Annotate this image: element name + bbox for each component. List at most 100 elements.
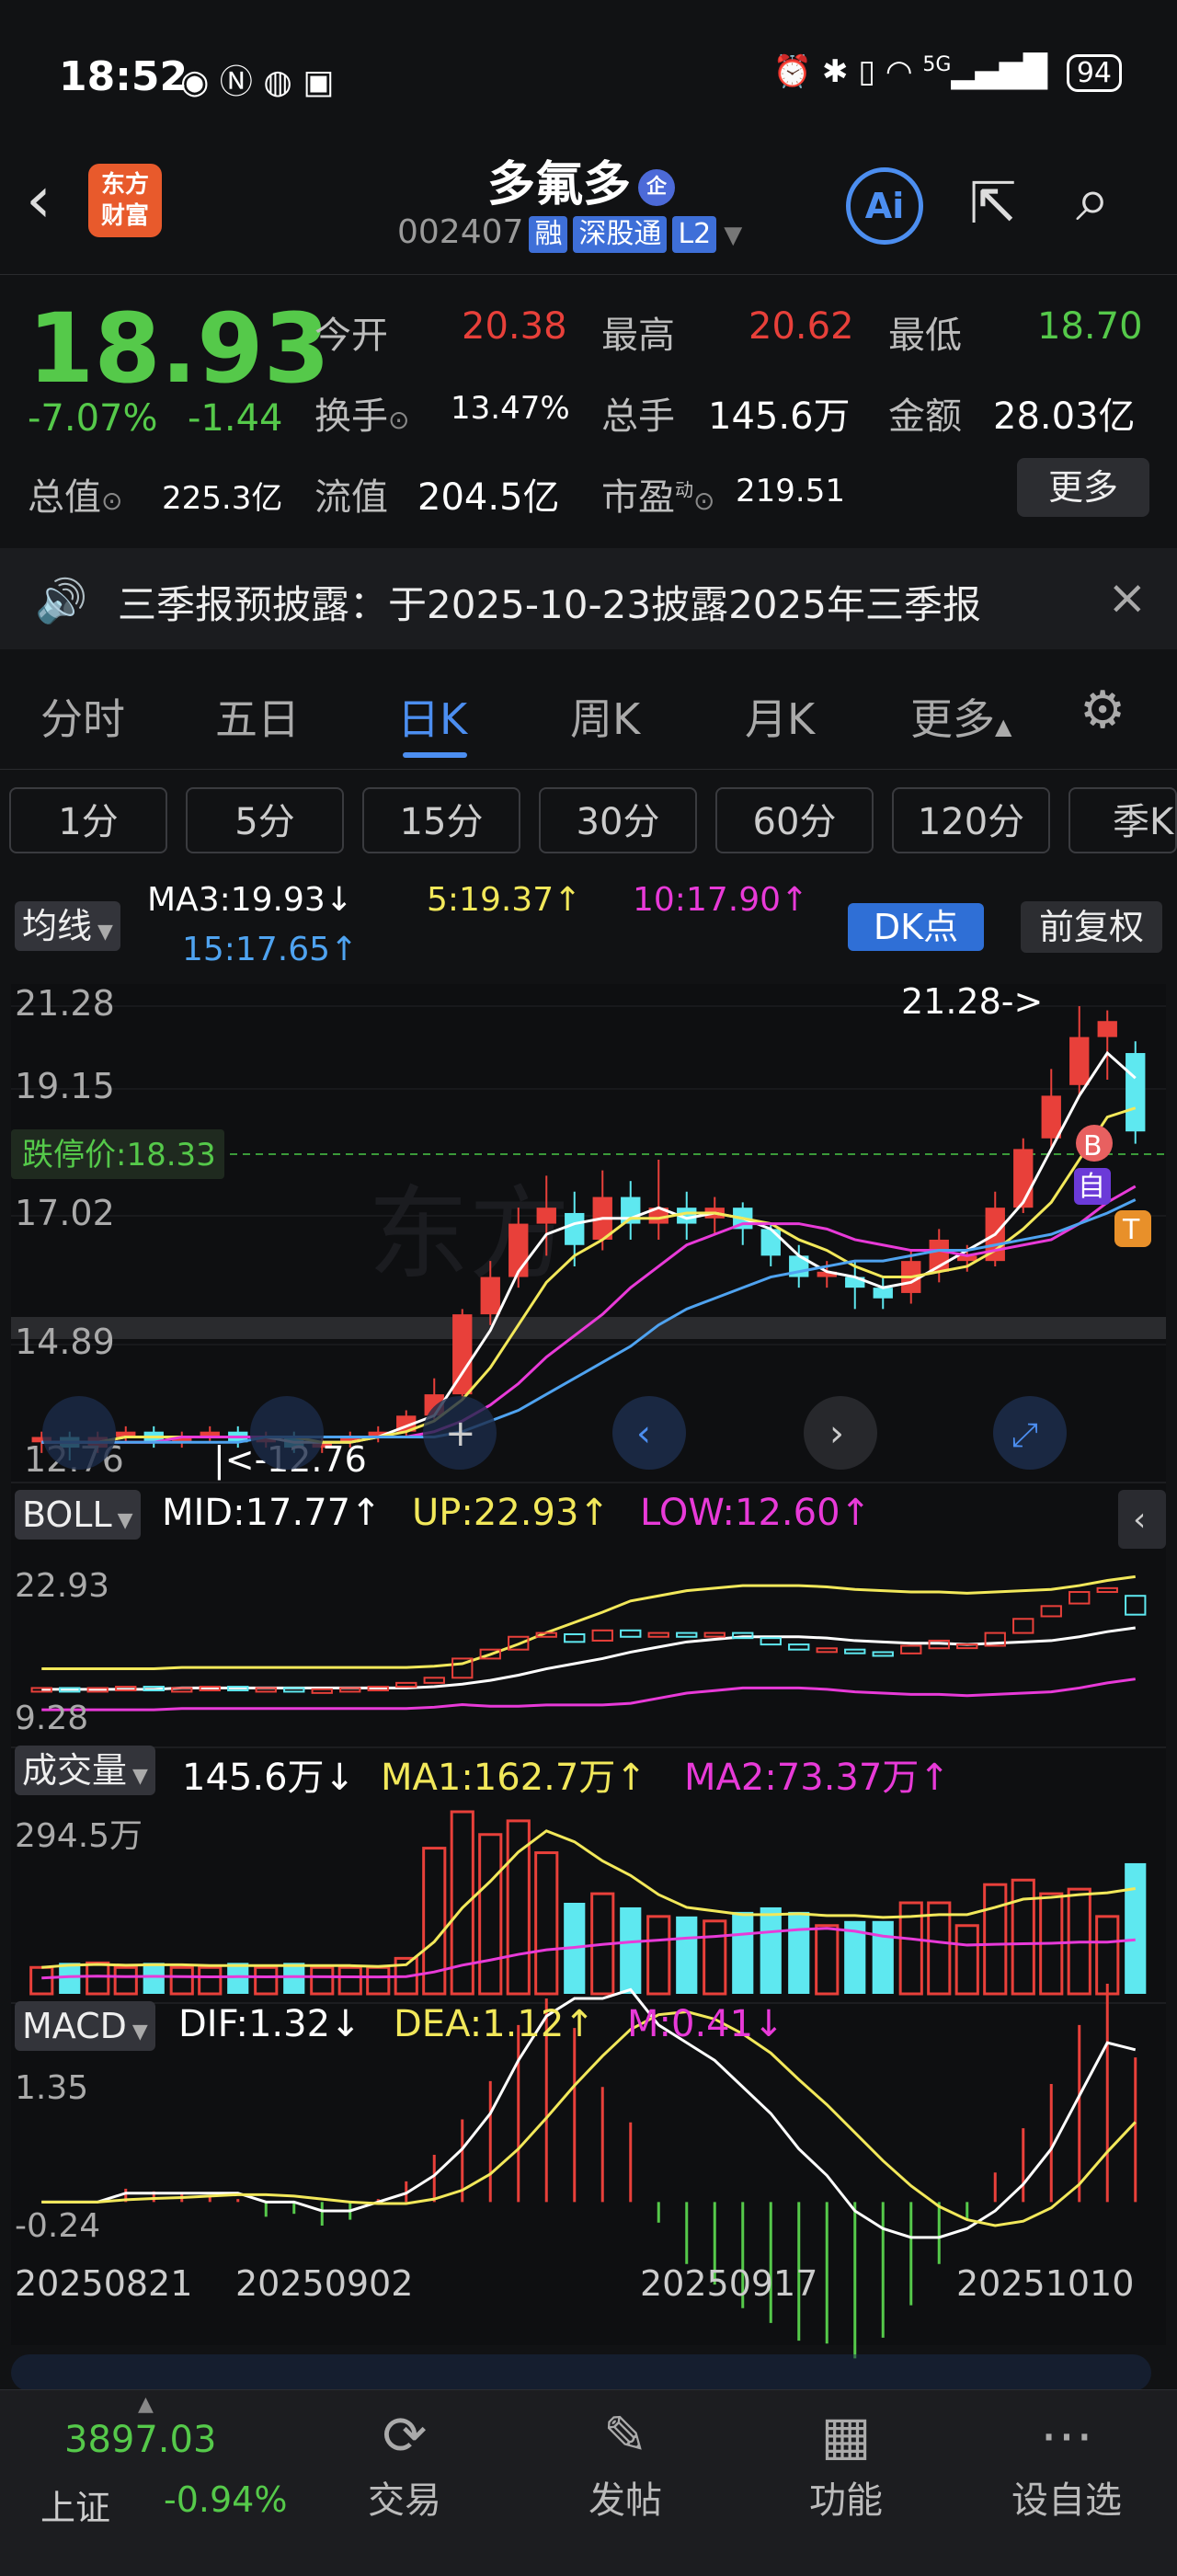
- volume-bar: [227, 1963, 249, 1994]
- notice-bar[interactable]: 🔊 三季报预披露：于2025-10-23披露2025年三季报 ×: [0, 548, 1177, 649]
- boll-axis-top: 22.93: [15, 1567, 109, 1605]
- index-name[interactable]: 上证: [40, 2479, 110, 2530]
- news-ticker[interactable]: [11, 2354, 1151, 2391]
- period-5min[interactable]: 5分: [186, 787, 344, 853]
- high-value: 20.62: [748, 305, 854, 348]
- status-icons: ◉ Ⓝ ◍ ▣: [180, 55, 334, 103]
- low-label: 最低: [888, 315, 962, 357]
- period-60min[interactable]: 60分: [715, 787, 874, 853]
- tab-intraday[interactable]: 分时: [40, 686, 125, 747]
- volume-bar: [1125, 1862, 1147, 1994]
- macd-dif-text: DIF:1.32: [178, 2003, 331, 2045]
- more-button[interactable]: 更多: [1017, 458, 1149, 517]
- info-icon[interactable]: ⊙: [693, 486, 714, 516]
- tag-margin: 融: [529, 216, 568, 253]
- candle-body: [1013, 1149, 1034, 1208]
- nfc-icon: Ⓝ: [219, 63, 253, 101]
- minus-icon[interactable]: [250, 1396, 324, 1470]
- nav-trade[interactable]: ⟳ 交易: [313, 2404, 497, 2524]
- edit-icon: ✎: [602, 2404, 648, 2467]
- volume-ma1-text: MA1:162.7万: [381, 1757, 616, 1799]
- app-logo: 东方 财富: [88, 164, 162, 237]
- period-quarter-k[interactable]: 季K: [1068, 787, 1177, 853]
- share-icon[interactable]: ⇱: [969, 169, 1017, 236]
- boll-up-text: UP:22.93: [412, 1492, 579, 1534]
- zoom-out-icon[interactable]: [42, 1396, 116, 1470]
- enterprise-badge: 企: [638, 169, 676, 206]
- volume-bar: [283, 1963, 305, 1994]
- candle-body: [1097, 1021, 1117, 1037]
- volume-bar: [620, 1906, 642, 1994]
- volume-bar: [676, 1916, 698, 1994]
- notice-text: 三季报预披露：于2025-10-23披露2025年三季报: [118, 582, 981, 627]
- amount-label: 金额: [888, 395, 962, 438]
- volume-value-text: 145.6万: [182, 1757, 325, 1799]
- period-15min[interactable]: 15分: [362, 787, 520, 853]
- search-icon[interactable]: ⌕: [1076, 164, 1110, 236]
- network-label: 5G: [922, 53, 952, 76]
- chevron-down-icon: ▼: [131, 2021, 148, 2044]
- open-label: 今开: [314, 315, 388, 357]
- mcap-label-text: 总值: [28, 476, 101, 519]
- boll-selector-label: BOLL: [22, 1494, 112, 1535]
- stock-name-text: 多氟多: [487, 157, 632, 212]
- tab-daily-k[interactable]: 日K: [397, 686, 467, 747]
- adjust-button[interactable]: 前复权: [1021, 901, 1162, 953]
- chevron-down-icon: ▼: [97, 921, 113, 944]
- index-value[interactable]: 3897.03: [64, 2419, 216, 2461]
- ai-button[interactable]: Ai: [846, 167, 923, 245]
- pe-label-text: 市盈: [601, 476, 675, 519]
- period-120min[interactable]: 120分: [892, 787, 1050, 853]
- boll-selector[interactable]: BOLL ▼: [15, 1490, 141, 1540]
- gear-icon[interactable]: ⚙: [1080, 681, 1126, 740]
- dk-point-button[interactable]: DK点: [848, 903, 984, 951]
- stock-code-row[interactable]: 002407 融深股通 L2 ▼: [397, 213, 742, 253]
- info-icon[interactable]: ⊙: [101, 486, 122, 516]
- chevron-left-icon: ‹: [1133, 1501, 1146, 1539]
- candle-body: [480, 1277, 500, 1315]
- tab-five-day[interactable]: 五日: [215, 686, 300, 747]
- macd-selector[interactable]: MACD ▼: [15, 2001, 155, 2051]
- info-icon[interactable]: ⊙: [388, 405, 409, 435]
- macd-dea: DEA:1.12↑: [394, 2003, 595, 2045]
- alarm-icon: ⏰: [772, 53, 813, 90]
- back-icon[interactable]: ‹: [26, 162, 51, 237]
- status-right: ⏰ ✱ ▯ ◠ 5G▂▄▆█ 94: [773, 53, 1122, 92]
- kline-chart[interactable]: 东方 跌停价:18.33 21.28 19.15 17.02 14.89 12.…: [0, 975, 1177, 2373]
- macd-axis-bottom: -0.24: [15, 2207, 100, 2245]
- tab-weekly-k[interactable]: 周K: [570, 686, 640, 747]
- tab-monthly-k[interactable]: 月K: [745, 686, 815, 747]
- candle-body: [536, 1208, 556, 1224]
- volume-selector[interactable]: 成交量 ▼: [15, 1746, 155, 1795]
- open-value: 20.38: [462, 305, 567, 348]
- close-icon[interactable]: ×: [1107, 570, 1148, 625]
- float-value: 204.5亿: [417, 476, 560, 519]
- status-bar: 18:52 ◉ Ⓝ ◍ ▣ ⏰ ✱ ▯ ◠ 5G▂▄▆█ 94: [0, 0, 1177, 138]
- turnover-value: 13.47%: [451, 390, 570, 427]
- stock-code: 002407: [397, 213, 524, 251]
- candle-body: [873, 1288, 893, 1299]
- ma-selector[interactable]: 均线 ▼: [15, 901, 120, 951]
- current-price: 18.93: [28, 292, 330, 405]
- ma15-value: 15:17.65↑: [182, 931, 359, 968]
- period-30min[interactable]: 30分: [539, 787, 697, 853]
- boll-axis-bottom: 9.28: [15, 1700, 88, 1737]
- boll-up: UP:22.93↑: [412, 1492, 610, 1534]
- tag-l2: L2: [672, 216, 717, 253]
- nav-watchlist[interactable]: ⋯ 设自选: [975, 2404, 1159, 2524]
- battery-icon: 94: [1066, 54, 1122, 92]
- date-label: 20250821: [15, 2263, 192, 2304]
- app2-icon: ▣: [303, 63, 335, 101]
- t-marker-label: T: [1122, 1214, 1140, 1246]
- tab-more[interactable]: 更多▲: [910, 686, 1011, 747]
- volume-value: 145.6万↓: [182, 1757, 356, 1799]
- volume-ma2: MA2:73.37万↑: [684, 1757, 950, 1799]
- macd-axis-top: 1.35: [15, 2069, 88, 2107]
- mcap-label: 总值⊙: [28, 467, 122, 521]
- boll-low-text: LOW:12.60: [640, 1492, 840, 1534]
- candle-body: [1041, 1095, 1061, 1139]
- period-1min[interactable]: 1分: [9, 787, 167, 853]
- nav-post[interactable]: ✎ 发帖: [533, 2404, 717, 2524]
- ma3-text: MA3:19.93: [147, 881, 326, 919]
- nav-functions[interactable]: ▦ 功能: [754, 2404, 938, 2524]
